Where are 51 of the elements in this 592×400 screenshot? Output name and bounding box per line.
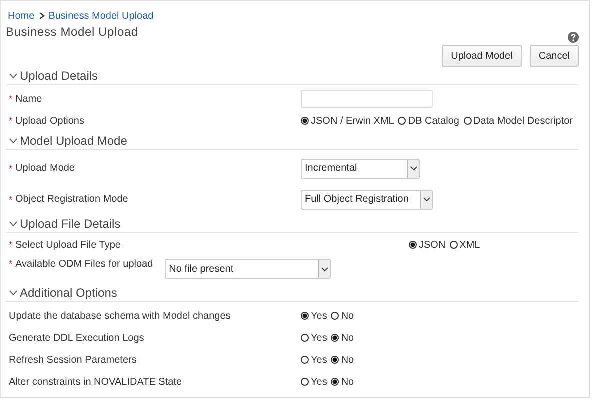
cancel-button[interactable]: Cancel	[530, 45, 579, 67]
page-title: Business Model Upload	[6, 25, 138, 39]
required-mark: *	[9, 194, 13, 204]
chevron-down-icon	[422, 197, 430, 202]
name-input[interactable]	[301, 90, 433, 108]
field-label: Generate DDL Execution Logs	[9, 332, 144, 344]
field-label: Alter constraints in NOVALIDATE State	[9, 376, 182, 388]
radio-option[interactable]: No	[331, 376, 354, 388]
required-mark: *	[9, 240, 13, 250]
required-mark: *	[9, 94, 13, 104]
radio-option[interactable]: JSON	[409, 240, 446, 250]
field-label: Upload Options	[16, 116, 84, 126]
chevron-down-icon	[410, 166, 418, 171]
field-label: Available ODM Files for upload	[16, 259, 154, 270]
radio-option[interactable]: Yes	[301, 354, 328, 366]
required-mark: *	[9, 116, 13, 126]
dropdown[interactable]: Full Object Registration	[301, 190, 433, 210]
help-icon[interactable]	[568, 32, 579, 43]
dropdown[interactable]: Incremental	[301, 158, 420, 178]
radio-option[interactable]: DB Catalog	[398, 116, 460, 126]
field-label: Refresh Session Parameters	[9, 354, 137, 366]
field-label: Upload Mode	[16, 163, 75, 174]
radio-option[interactable]: No	[331, 354, 354, 366]
radio-option[interactable]: Yes	[301, 332, 328, 344]
radio-option[interactable]: Data Model Descriptor	[464, 116, 573, 126]
breadcrumb-link[interactable]: Business Model Upload	[48, 10, 154, 22]
upload-model-button[interactable]: Upload Model	[442, 45, 522, 67]
radio-option[interactable]: JSON / Erwin XML	[301, 116, 394, 126]
chevron-icon[interactable]	[9, 220, 18, 226]
breadcrumb-link[interactable]: Home	[8, 10, 35, 22]
field-label: Update the database schema with Model changes	[9, 310, 231, 322]
section-title[interactable]: Model Upload Mode	[20, 134, 128, 148]
radio-option[interactable]: Yes	[301, 310, 328, 322]
field-label: Select Upload File Type	[16, 240, 121, 250]
section-title[interactable]: Additional Options	[20, 286, 118, 300]
required-mark: *	[9, 164, 13, 174]
chevron-icon[interactable]	[9, 290, 18, 296]
field-label: Name	[16, 94, 42, 104]
radio-option[interactable]: XML	[450, 240, 480, 250]
radio-option[interactable]: Yes	[301, 376, 328, 388]
breadcrumb-separator-icon	[38, 12, 45, 20]
chevron-icon[interactable]	[9, 72, 18, 78]
section-title[interactable]: Upload Details	[20, 68, 98, 82]
chevron-down-icon	[320, 266, 329, 272]
section-title[interactable]: Upload File Details	[20, 216, 121, 230]
field-label: Object Registration Mode	[16, 194, 128, 205]
dropdown[interactable]: No file present	[165, 259, 332, 279]
required-mark: *	[9, 259, 13, 269]
chevron-icon[interactable]	[9, 138, 18, 144]
radio-option[interactable]: No	[331, 310, 354, 322]
radio-option[interactable]: No	[331, 332, 354, 344]
